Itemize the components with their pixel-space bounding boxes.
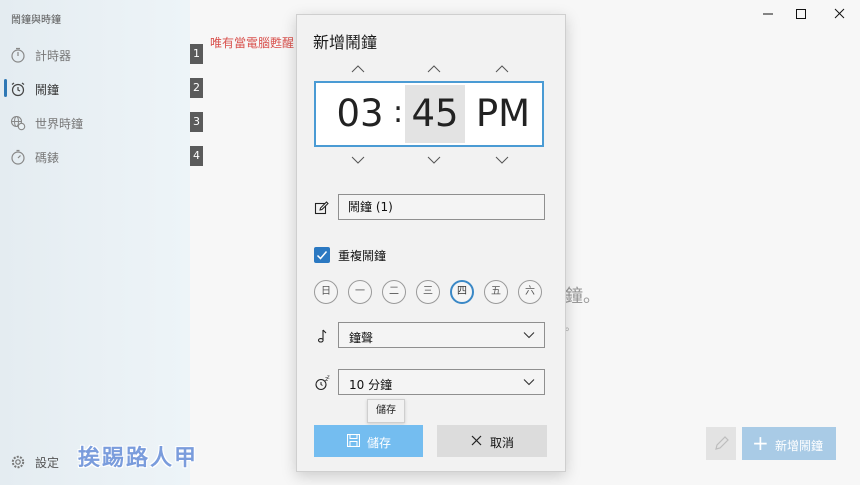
- day-toggle-thu[interactable]: 四: [450, 280, 474, 304]
- edit-icon: [314, 201, 329, 215]
- timer-icon: [11, 47, 25, 63]
- stopwatch-icon: [11, 149, 25, 165]
- music-note-icon: [317, 329, 327, 343]
- day-toggle-mon[interactable]: 一: [348, 280, 372, 304]
- sidebar-item-label: 設定: [35, 456, 60, 470]
- dialog-title: 新增鬧鐘: [313, 33, 378, 52]
- save-button[interactable]: 儲存: [314, 425, 423, 457]
- time-separator: :: [392, 95, 404, 130]
- save-label: 儲存: [367, 436, 392, 450]
- shortcut-badge: 3: [190, 112, 203, 132]
- alarm-icon: [11, 82, 25, 97]
- day-toggle-wed[interactable]: 三: [416, 280, 440, 304]
- sidebar-item-timer[interactable]: 計時器: [0, 40, 190, 70]
- watermark: 挨踢路人甲: [78, 446, 199, 471]
- checkmark-icon: [316, 251, 328, 260]
- sidebar-item-label: 世界時鐘: [35, 117, 84, 131]
- world-clock-icon: [10, 115, 26, 131]
- sidebar-item-world-clock[interactable]: 世界時鐘: [0, 108, 190, 138]
- snooze-icon: zz: [315, 375, 330, 391]
- new-alarm-dialog: 新增鬧鐘 03 : 45 PM 鬧鐘 (1) 重複鬧鐘 日 一 二 三 四 五 …: [296, 14, 566, 472]
- plus-icon: +: [752, 431, 769, 455]
- empty-state-subtitle: 。: [565, 320, 576, 333]
- sidebar-item-alarm[interactable]: 鬧鐘: [0, 74, 190, 104]
- hour-up-button[interactable]: [351, 65, 365, 73]
- add-alarm-button[interactable]: + 新增鬧鐘: [742, 427, 836, 460]
- app-title: 鬧鐘與時鐘: [11, 15, 61, 26]
- sidebar-item-stopwatch[interactable]: 碼錶: [0, 142, 190, 172]
- add-alarm-label: 新增鬧鐘: [775, 439, 824, 453]
- repeat-checkbox[interactable]: [314, 247, 330, 263]
- day-toggle-tue[interactable]: 二: [382, 280, 406, 304]
- close-button[interactable]: [816, 0, 860, 28]
- sound-value: 鐘聲: [349, 331, 374, 345]
- sidebar-item-label: 鬧鐘: [35, 83, 60, 97]
- day-toggle-sun[interactable]: 日: [314, 280, 338, 304]
- pencil-icon: [715, 436, 729, 450]
- alarm-name-input[interactable]: 鬧鐘 (1): [338, 194, 545, 220]
- minute-down-button[interactable]: [427, 156, 441, 164]
- sidebar-item-label: 計時器: [35, 49, 72, 63]
- hour-down-button[interactable]: [351, 156, 365, 164]
- shortcut-badge: 1: [190, 44, 203, 64]
- app-window: 鬧鐘與時鐘 計時器 鬧鐘 世界時鐘 碼錶 設定 1 2 3 4 唯有當電腦甦醒 …: [0, 0, 860, 485]
- chevron-down-icon: [523, 332, 535, 339]
- sound-select[interactable]: 鐘聲: [338, 322, 545, 348]
- gear-icon: [11, 455, 25, 469]
- sidebar: 鬧鐘與時鐘 計時器 鬧鐘 世界時鐘 碼錶 設定: [0, 0, 190, 485]
- snooze-value: 10 分鐘: [349, 378, 393, 392]
- chevron-down-icon: [523, 379, 535, 386]
- repeat-label: 重複鬧鐘: [338, 249, 387, 263]
- minute-field[interactable]: 45: [405, 85, 465, 143]
- sidebar-item-label: 碼錶: [35, 151, 60, 165]
- ampm-up-button[interactable]: [495, 65, 509, 73]
- edit-alarms-button[interactable]: [706, 427, 736, 460]
- close-icon: [471, 435, 482, 446]
- cancel-label: 取消: [490, 436, 515, 450]
- wake-notice: 唯有當電腦甦醒: [210, 36, 295, 50]
- close-icon: [834, 8, 845, 19]
- save-icon: [347, 434, 360, 447]
- ampm-down-button[interactable]: [495, 156, 509, 164]
- time-picker: 03 : 45 PM: [314, 81, 544, 147]
- minute-up-button[interactable]: [427, 65, 441, 73]
- day-toggle-sat[interactable]: 六: [518, 280, 542, 304]
- save-tooltip: 儲存: [367, 399, 405, 423]
- empty-state-title: 鐘。: [565, 286, 601, 307]
- shortcut-badge: 2: [190, 78, 203, 98]
- ampm-field[interactable]: PM: [469, 83, 537, 145]
- shortcut-badge: 4: [190, 146, 203, 166]
- cancel-button[interactable]: 取消: [437, 425, 547, 457]
- day-toggle-fri[interactable]: 五: [484, 280, 508, 304]
- svg-text:z: z: [327, 375, 330, 381]
- snooze-select[interactable]: 10 分鐘: [338, 369, 545, 395]
